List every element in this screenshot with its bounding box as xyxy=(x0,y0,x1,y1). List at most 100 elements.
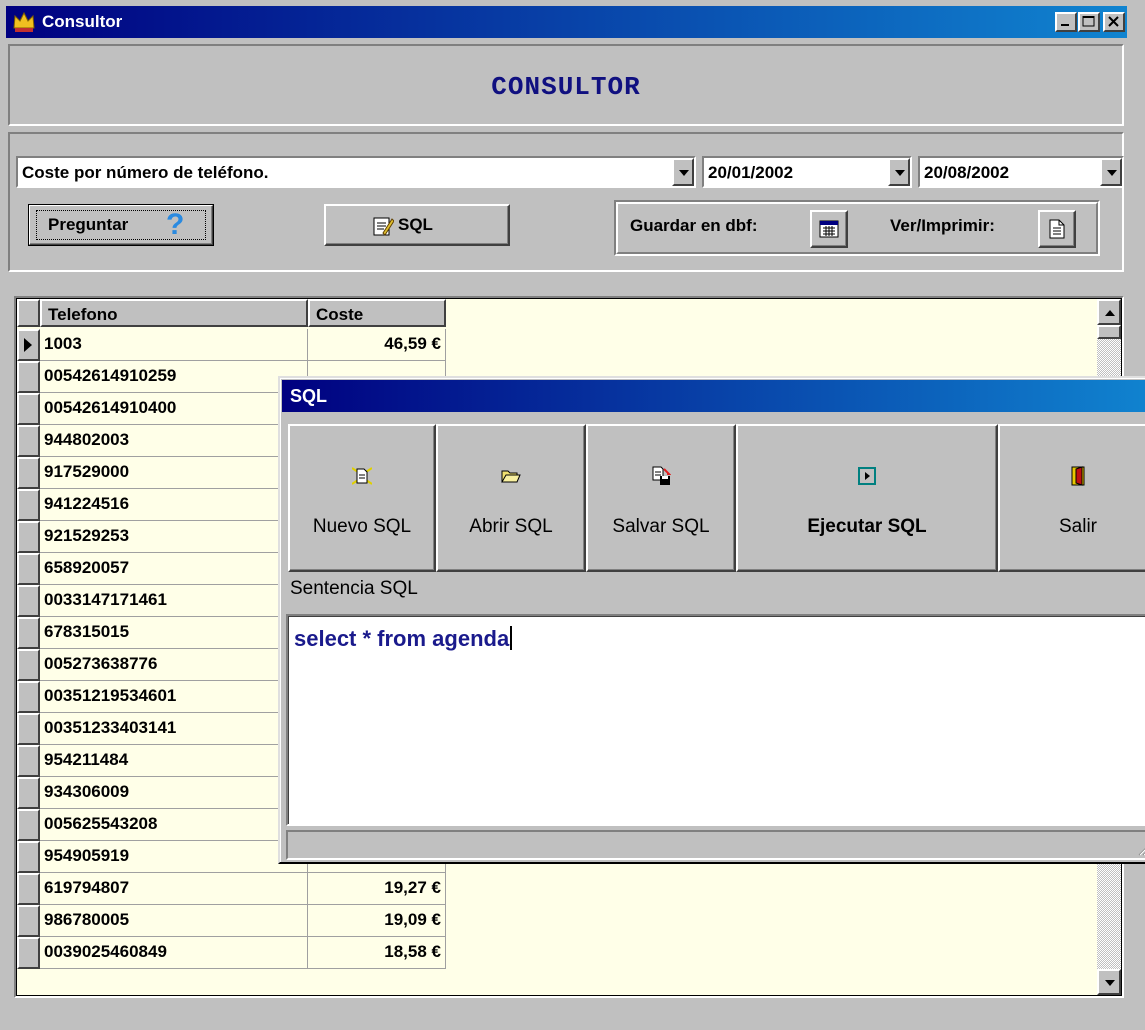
row-indicator[interactable] xyxy=(17,425,40,457)
scroll-thumb[interactable] xyxy=(1097,325,1121,339)
title-bar: Consultor xyxy=(6,6,1127,38)
sql-statement-label: Sentencia SQL xyxy=(290,578,418,599)
scroll-up-button[interactable] xyxy=(1097,299,1121,325)
row-indicator[interactable] xyxy=(17,841,40,873)
row-indicator[interactable] xyxy=(17,777,40,809)
sql-statement-text: select * from agenda xyxy=(294,626,513,652)
sql-title-bar[interactable]: SQL xyxy=(282,380,1145,412)
column-header-telefono[interactable]: Telefono xyxy=(40,299,308,327)
save-sql-label: Salvar SQL xyxy=(612,516,710,537)
open-sql-label: Abrir SQL xyxy=(469,516,553,537)
scroll-down-button[interactable] xyxy=(1097,969,1121,995)
save-sql-button[interactable]: Salvar SQL xyxy=(586,424,736,572)
maximize-button[interactable] xyxy=(1078,12,1100,32)
run-sql-label: Ejecutar SQL xyxy=(807,516,927,537)
sql-statement-value: select * from agenda xyxy=(294,626,510,651)
row-indicator[interactable] xyxy=(17,521,40,553)
sql-editor-icon xyxy=(373,217,394,236)
row-indicator[interactable] xyxy=(17,329,40,361)
row-indicator[interactable] xyxy=(17,457,40,489)
cell-telefono[interactable]: 00542614910400 xyxy=(40,393,308,425)
cell-coste[interactable]: 19,27 € xyxy=(308,873,446,905)
cell-telefono[interactable]: 954211484 xyxy=(40,745,308,777)
minimize-icon xyxy=(1061,24,1069,26)
minimize-button[interactable] xyxy=(1055,12,1077,32)
sql-window: SQL Nuevo SQL Abrir SQL Salvar SQL Ejecu… xyxy=(278,376,1145,864)
save-dbf-label: Guardar en dbf: xyxy=(630,216,758,235)
date-to-value: 20/08/2002 xyxy=(924,163,1010,182)
row-indicator[interactable] xyxy=(17,649,40,681)
maximize-icon xyxy=(1082,16,1095,27)
close-button[interactable] xyxy=(1103,12,1125,32)
ask-button[interactable]: Preguntar ? xyxy=(28,204,214,246)
folder-open-icon xyxy=(501,470,521,483)
row-indicator[interactable] xyxy=(17,585,40,617)
cell-telefono[interactable]: 917529000 xyxy=(40,457,308,489)
exit-door-icon xyxy=(1071,466,1085,486)
cell-telefono[interactable]: 944802003 xyxy=(40,425,308,457)
row-indicator[interactable] xyxy=(17,745,40,777)
export-panel-inner: Guardar en dbf: Ver/Imprimir: xyxy=(616,202,1098,254)
main-window: Consultor CONSULTOR Coste por número de … xyxy=(0,0,1145,1030)
cell-telefono[interactable]: 005273638776 xyxy=(40,649,308,681)
cell-telefono[interactable]: 0033147171461 xyxy=(40,585,308,617)
cell-telefono[interactable]: 00351233403141 xyxy=(40,713,308,745)
cell-coste[interactable]: 18,58 € xyxy=(308,937,446,969)
sql-statement-editor[interactable]: select * from agenda xyxy=(286,614,1145,826)
column-header-coste[interactable]: Coste xyxy=(308,299,446,327)
chevron-down-icon xyxy=(895,170,905,176)
header-title: CONSULTOR xyxy=(491,72,641,102)
row-indicator[interactable] xyxy=(17,681,40,713)
cell-telefono[interactable]: 00351219534601 xyxy=(40,681,308,713)
cell-telefono[interactable]: 954905919 xyxy=(40,841,308,873)
chevron-down-icon xyxy=(679,170,689,176)
cell-telefono[interactable]: 934306009 xyxy=(40,777,308,809)
cell-telefono[interactable]: 658920057 xyxy=(40,553,308,585)
row-indicator[interactable] xyxy=(17,617,40,649)
date-to-picker[interactable]: 20/08/2002 xyxy=(918,156,1124,188)
row-indicator[interactable] xyxy=(17,905,40,937)
new-sql-button[interactable]: Nuevo SQL xyxy=(288,424,436,572)
date-to-dropdown[interactable] xyxy=(1100,158,1122,186)
row-indicator[interactable] xyxy=(17,937,40,969)
cell-telefono[interactable]: 1003 xyxy=(40,329,308,361)
cell-telefono[interactable]: 0039025460849 xyxy=(40,937,308,969)
save-dbf-button[interactable] xyxy=(810,210,848,248)
row-indicator[interactable] xyxy=(17,873,40,905)
query-panel: Coste por número de teléfono. 20/01/2002… xyxy=(8,132,1124,272)
sql-button[interactable]: SQL xyxy=(324,204,510,246)
query-select-value: Coste por número de teléfono. xyxy=(22,163,269,182)
run-sql-button[interactable]: Ejecutar SQL xyxy=(736,424,998,572)
cell-telefono[interactable]: 619794807 xyxy=(40,873,308,905)
cell-telefono[interactable]: 678315015 xyxy=(40,617,308,649)
new-sql-label: Nuevo SQL xyxy=(312,516,412,537)
query-select[interactable]: Coste por número de teléfono. xyxy=(16,156,696,188)
cell-telefono[interactable]: 986780005 xyxy=(40,905,308,937)
query-select-dropdown[interactable] xyxy=(672,158,694,186)
row-indicator[interactable] xyxy=(17,489,40,521)
row-indicator[interactable] xyxy=(17,553,40,585)
date-from-picker[interactable]: 20/01/2002 xyxy=(702,156,912,188)
document-icon xyxy=(1049,219,1065,239)
date-from-dropdown[interactable] xyxy=(888,158,910,186)
cell-coste[interactable]: 19,09 € xyxy=(308,905,446,937)
row-indicator[interactable] xyxy=(17,809,40,841)
row-indicator[interactable] xyxy=(17,393,40,425)
date-from-value: 20/01/2002 xyxy=(708,163,794,182)
save-document-icon xyxy=(652,466,671,485)
text-caret xyxy=(510,626,513,650)
exit-button[interactable]: Salir xyxy=(998,424,1145,572)
row-indicator[interactable] xyxy=(17,361,40,393)
print-button[interactable] xyxy=(1038,210,1076,248)
cell-telefono[interactable]: 941224516 xyxy=(40,489,308,521)
open-sql-button[interactable]: Abrir SQL xyxy=(436,424,586,572)
cell-telefono[interactable]: 005625543208 xyxy=(40,809,308,841)
cell-telefono[interactable]: 00542614910259 xyxy=(40,361,308,393)
help-icon: ? xyxy=(166,208,185,241)
resize-grip-icon[interactable] xyxy=(1136,840,1145,856)
cell-coste[interactable]: 46,59 € xyxy=(308,329,446,361)
arrow-down-icon xyxy=(1105,980,1115,986)
row-indicator[interactable] xyxy=(17,713,40,745)
cell-telefono[interactable]: 921529253 xyxy=(40,521,308,553)
close-icon xyxy=(1108,16,1119,27)
